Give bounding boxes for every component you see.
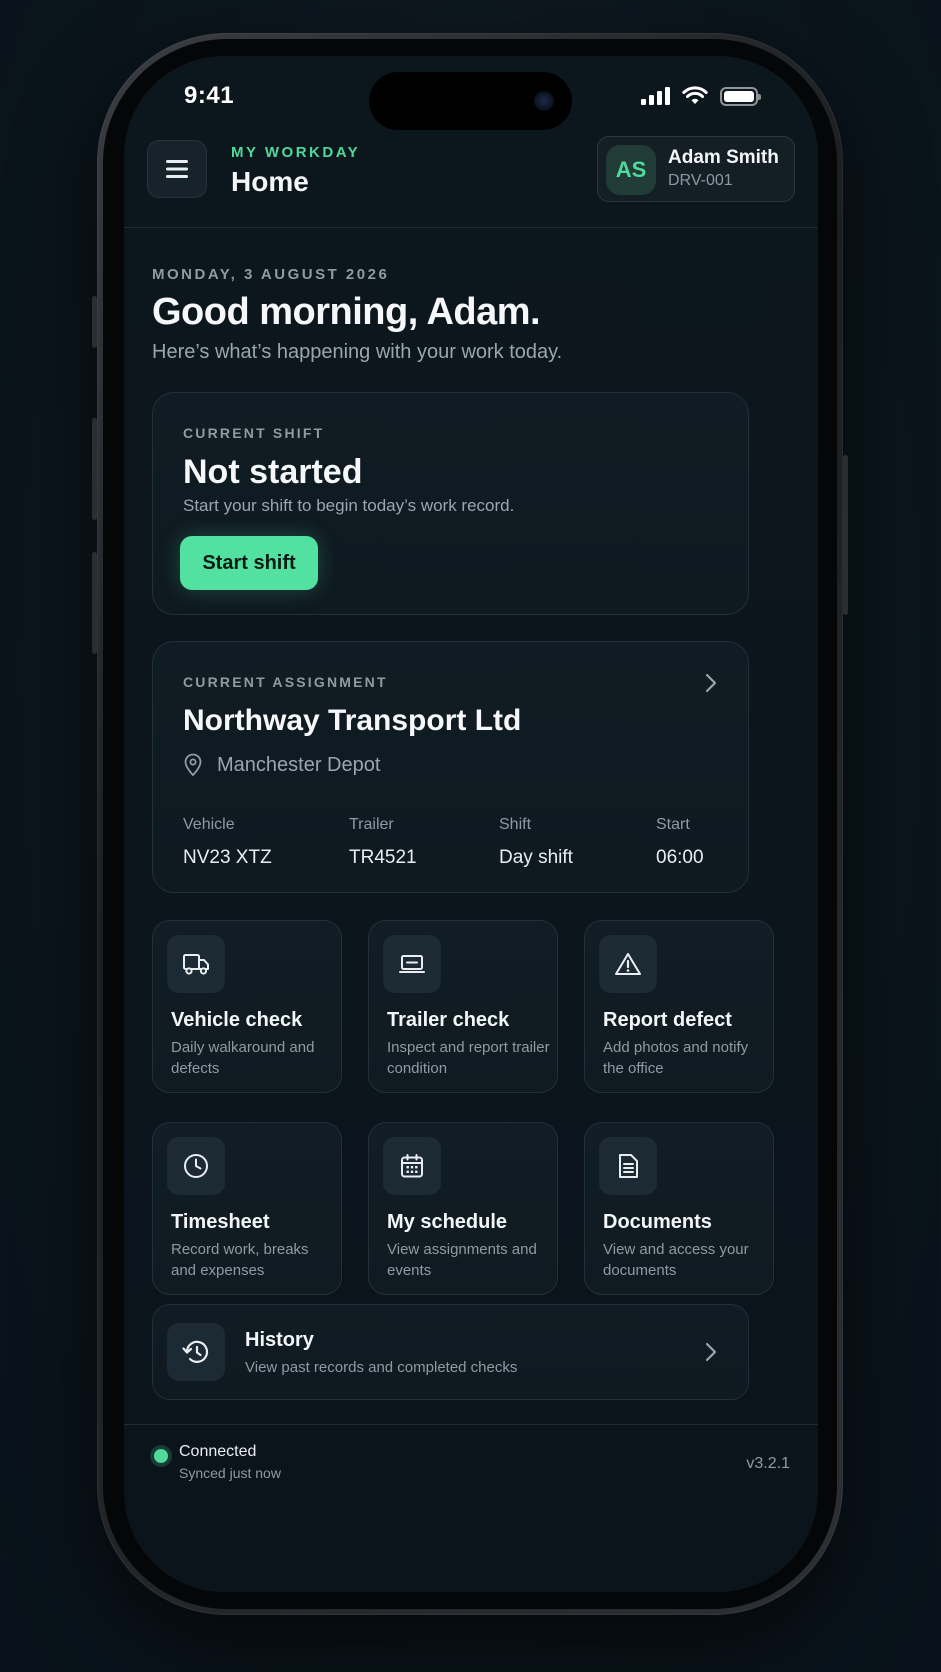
tile-icon-box: [599, 1137, 657, 1195]
assignment-company: Northway Transport Ltd: [183, 704, 522, 737]
tile-description: Add photos and notify the office: [603, 1039, 749, 1077]
avatar: AS: [606, 145, 656, 195]
status-time: 9:41: [184, 82, 235, 109]
action-button: [92, 296, 97, 348]
location-text: Manchester Depot: [217, 753, 381, 776]
history-title: History: [245, 1329, 314, 1351]
detail-label: Start: [656, 816, 690, 833]
tile-icon-box: [599, 935, 657, 993]
tile-title: Documents: [603, 1211, 712, 1233]
detail-value: 06:00: [656, 847, 704, 868]
power-button: [843, 455, 848, 615]
menu-button[interactable]: [147, 140, 207, 198]
vehicle-check-tile[interactable]: Vehicle check Daily walkaround and defec…: [152, 920, 342, 1093]
chevron-right-icon: [705, 1342, 717, 1362]
start-shift-button[interactable]: Start shift: [180, 536, 318, 590]
app-version: v3.2.1: [746, 1455, 790, 1472]
cellular-signal-icon: [641, 87, 670, 105]
hamburger-icon: [166, 160, 188, 178]
documents-tile[interactable]: Documents View and access your documents: [584, 1122, 774, 1295]
dynamic-island: [369, 72, 572, 130]
volume-up-button: [92, 418, 97, 520]
connection-status-dot-icon: [154, 1449, 168, 1463]
wifi-icon: [682, 86, 708, 104]
calendar-icon: [401, 1154, 423, 1178]
assignment-eyebrow: CURRENT ASSIGNMENT: [183, 674, 388, 690]
timesheet-tile[interactable]: Timesheet Record work, breaks and expens…: [152, 1122, 342, 1295]
greeting-subtitle: Here’s what’s happening with your work t…: [152, 341, 563, 363]
tile-icon-box: [383, 1137, 441, 1195]
shift-description: Start your shift to begin today’s work r…: [183, 496, 515, 515]
trailer-icon: [399, 955, 425, 973]
location-pin-icon: [184, 753, 202, 777]
report-defect-tile[interactable]: Report defect Add photos and notify the …: [584, 920, 774, 1093]
connection-status: Connected: [179, 1443, 257, 1460]
greeting-title: Good morning, Adam.: [152, 291, 541, 333]
history-description: View past records and completed checks: [245, 1359, 518, 1376]
camera-icon: [534, 91, 554, 111]
tile-title: Report defect: [603, 1009, 732, 1031]
shift-eyebrow: CURRENT SHIFT: [183, 425, 325, 441]
history-icon: [182, 1340, 209, 1363]
app-header: MY WORKDAY Home AS Adam Smith DRV-001: [124, 136, 818, 228]
header-eyebrow: MY WORKDAY: [231, 144, 361, 161]
detail-start: Start 06:00: [656, 816, 704, 869]
detail-label: Vehicle: [183, 816, 235, 833]
assignment-location: Manchester Depot: [183, 753, 380, 777]
warning-icon: [615, 953, 641, 975]
tile-title: Timesheet: [171, 1211, 270, 1233]
chevron-right-icon: [705, 673, 717, 693]
detail-value: NV23 XTZ: [183, 847, 272, 868]
detail-trailer: Trailer TR4521: [349, 816, 417, 869]
truck-icon: [183, 954, 209, 975]
tile-icon-box: [167, 1137, 225, 1195]
tile-description: Inspect and report trailer condition: [387, 1039, 550, 1077]
sync-footer: Connected Synced just now v3.2.1: [124, 1424, 818, 1524]
tile-icon-box: [167, 935, 225, 993]
assignment-details: Vehicle NV23 XTZ Trailer TR4521 Shift Da…: [183, 816, 723, 876]
current-assignment-card[interactable]: CURRENT ASSIGNMENT Northway Transport Lt…: [152, 641, 749, 893]
detail-value: TR4521: [349, 847, 417, 868]
tile-icon-box: [383, 935, 441, 993]
page-title: Home: [231, 166, 309, 197]
status-icons: [641, 86, 761, 106]
my-schedule-tile[interactable]: My schedule View assignments and events: [368, 1122, 558, 1295]
detail-value: Day shift: [499, 847, 573, 868]
history-row[interactable]: History View past records and completed …: [152, 1304, 749, 1400]
current-shift-card: CURRENT SHIFT Not started Start your shi…: [152, 392, 749, 615]
sync-status: Synced just now: [179, 1465, 281, 1481]
detail-vehicle: Vehicle NV23 XTZ: [183, 816, 272, 869]
tile-title: Trailer check: [387, 1009, 510, 1031]
tile-title: My schedule: [387, 1211, 508, 1233]
profile-name: Adam Smith: [668, 147, 779, 168]
profile-driver-id: DRV-001: [668, 172, 733, 189]
detail-shift: Shift Day shift: [499, 816, 573, 869]
tile-description: Daily walkaround and defects: [171, 1039, 315, 1077]
history-icon-box: [167, 1323, 225, 1381]
current-date: MONDAY, 3 AUGUST 2026: [152, 266, 390, 283]
clock-icon: [184, 1154, 208, 1178]
shift-status: Not started: [183, 453, 363, 491]
profile-button[interactable]: AS Adam Smith DRV-001: [597, 136, 795, 202]
detail-label: Trailer: [349, 816, 394, 833]
tile-description: View and access your documents: [603, 1241, 749, 1279]
document-icon: [619, 1154, 638, 1178]
battery-icon: [720, 86, 761, 106]
volume-down-button: [92, 552, 97, 654]
tile-description: View assignments and events: [387, 1241, 537, 1279]
app-screen: 9:41 MY WORKDAY Home AS Adam Smith DRV-0…: [124, 56, 818, 1592]
tile-title: Vehicle check: [171, 1009, 303, 1031]
detail-label: Shift: [499, 816, 532, 833]
tile-description: Record work, breaks and expenses: [171, 1241, 309, 1279]
trailer-check-tile[interactable]: Trailer check Inspect and report trailer…: [368, 920, 558, 1093]
